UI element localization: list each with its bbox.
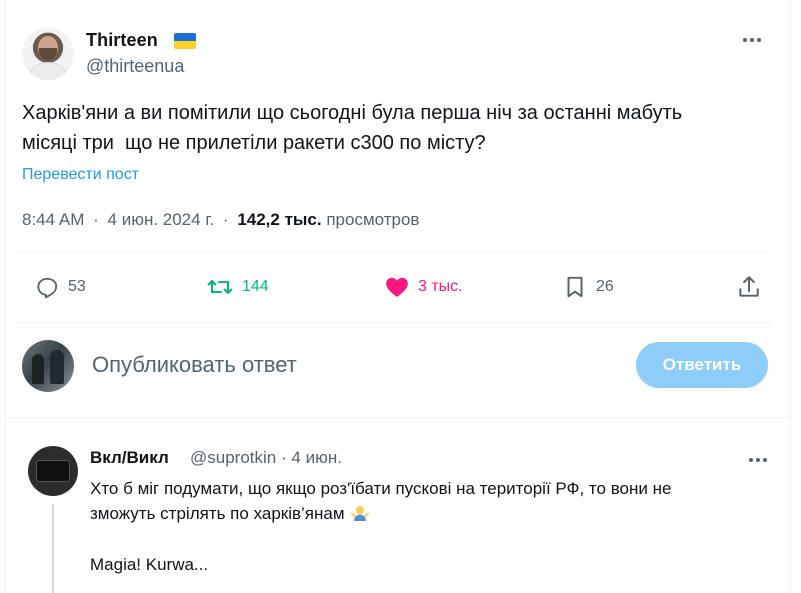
retweet-action[interactable]: 144 <box>206 272 269 302</box>
bookmark-icon <box>567 276 583 298</box>
share-icon <box>739 276 759 297</box>
flag-yellow-stripe <box>174 41 196 49</box>
avatar-plate <box>36 460 70 482</box>
like-count: 3 тыс. <box>418 278 463 295</box>
avatar-shirt <box>30 62 66 80</box>
thread-line <box>52 504 54 593</box>
retweet-count: 144 <box>242 278 269 295</box>
comment-text-body: Хто б міг подумати, що якщо роз'їбати пу… <box>90 479 672 523</box>
tweet-date[interactable]: 4 июн. 2024 г. <box>108 210 215 229</box>
tweet-text: Харків'яни а ви помітили що сьогодні бул… <box>22 102 683 154</box>
flag-blue-stripe <box>174 33 196 41</box>
comment-separator: · <box>280 448 287 467</box>
comment-author-avatar[interactable] <box>28 446 78 496</box>
share-action[interactable] <box>736 272 762 302</box>
tweet-time[interactable]: 8:44 AM <box>22 210 84 229</box>
reply-input[interactable]: Опубликовать ответ <box>92 352 297 378</box>
divider <box>16 322 770 323</box>
comment-more-options-icon[interactable] <box>744 450 772 470</box>
reply-action[interactable]: 53 <box>34 272 86 302</box>
comment-text-line: Magia! Kurwa... <box>90 555 209 574</box>
tweet-page: Thirteen @thirteenua Харків'яни а ви пом… <box>0 0 801 593</box>
avatar-figure <box>50 350 64 384</box>
avatar-beard <box>39 48 57 60</box>
comment-handle-and-date: @suprotkin · 4 июн. <box>190 448 342 468</box>
more-options-icon[interactable] <box>738 30 766 50</box>
current-user-avatar[interactable] <box>22 340 74 392</box>
ukraine-flag-icon <box>174 33 196 49</box>
views-count[interactable]: 142,2 тыс. <box>237 210 321 229</box>
comment-author-name[interactable]: Вкл/Викл <box>90 448 169 468</box>
views-label: просмотров <box>326 210 420 229</box>
divider <box>16 252 770 253</box>
reply-button[interactable]: Ответить <box>636 342 768 388</box>
comment-author-handle[interactable]: @suprotkin <box>190 448 276 467</box>
reply-count: 53 <box>68 278 86 295</box>
comment-text: Хто б міг подумати, що якщо роз'їбати пу… <box>90 476 770 526</box>
translate-post-link[interactable]: Перевести пост <box>22 166 139 184</box>
man-shrugging-icon <box>350 506 369 521</box>
reply-icon <box>37 277 58 299</box>
author-avatar[interactable] <box>22 28 74 80</box>
avatar-figure <box>32 354 44 384</box>
section-divider <box>6 417 790 418</box>
meta-separator: · <box>93 210 99 229</box>
author-handle[interactable]: @thirteenua <box>86 56 184 77</box>
bookmark-count: 26 <box>596 278 614 295</box>
tweet-metadata: 8:44 AM · 4 июн. 2024 г. · 142,2 тыс. пр… <box>22 210 419 230</box>
like-action[interactable]: 3 тыс. <box>384 272 463 302</box>
retweet-icon <box>207 280 233 294</box>
meta-separator: · <box>222 210 229 229</box>
comment-date[interactable]: 4 июн. <box>291 448 342 467</box>
author-display-name[interactable]: Thirteen <box>86 30 158 51</box>
heart-icon <box>386 277 408 297</box>
bookmark-action[interactable]: 26 <box>562 272 614 302</box>
